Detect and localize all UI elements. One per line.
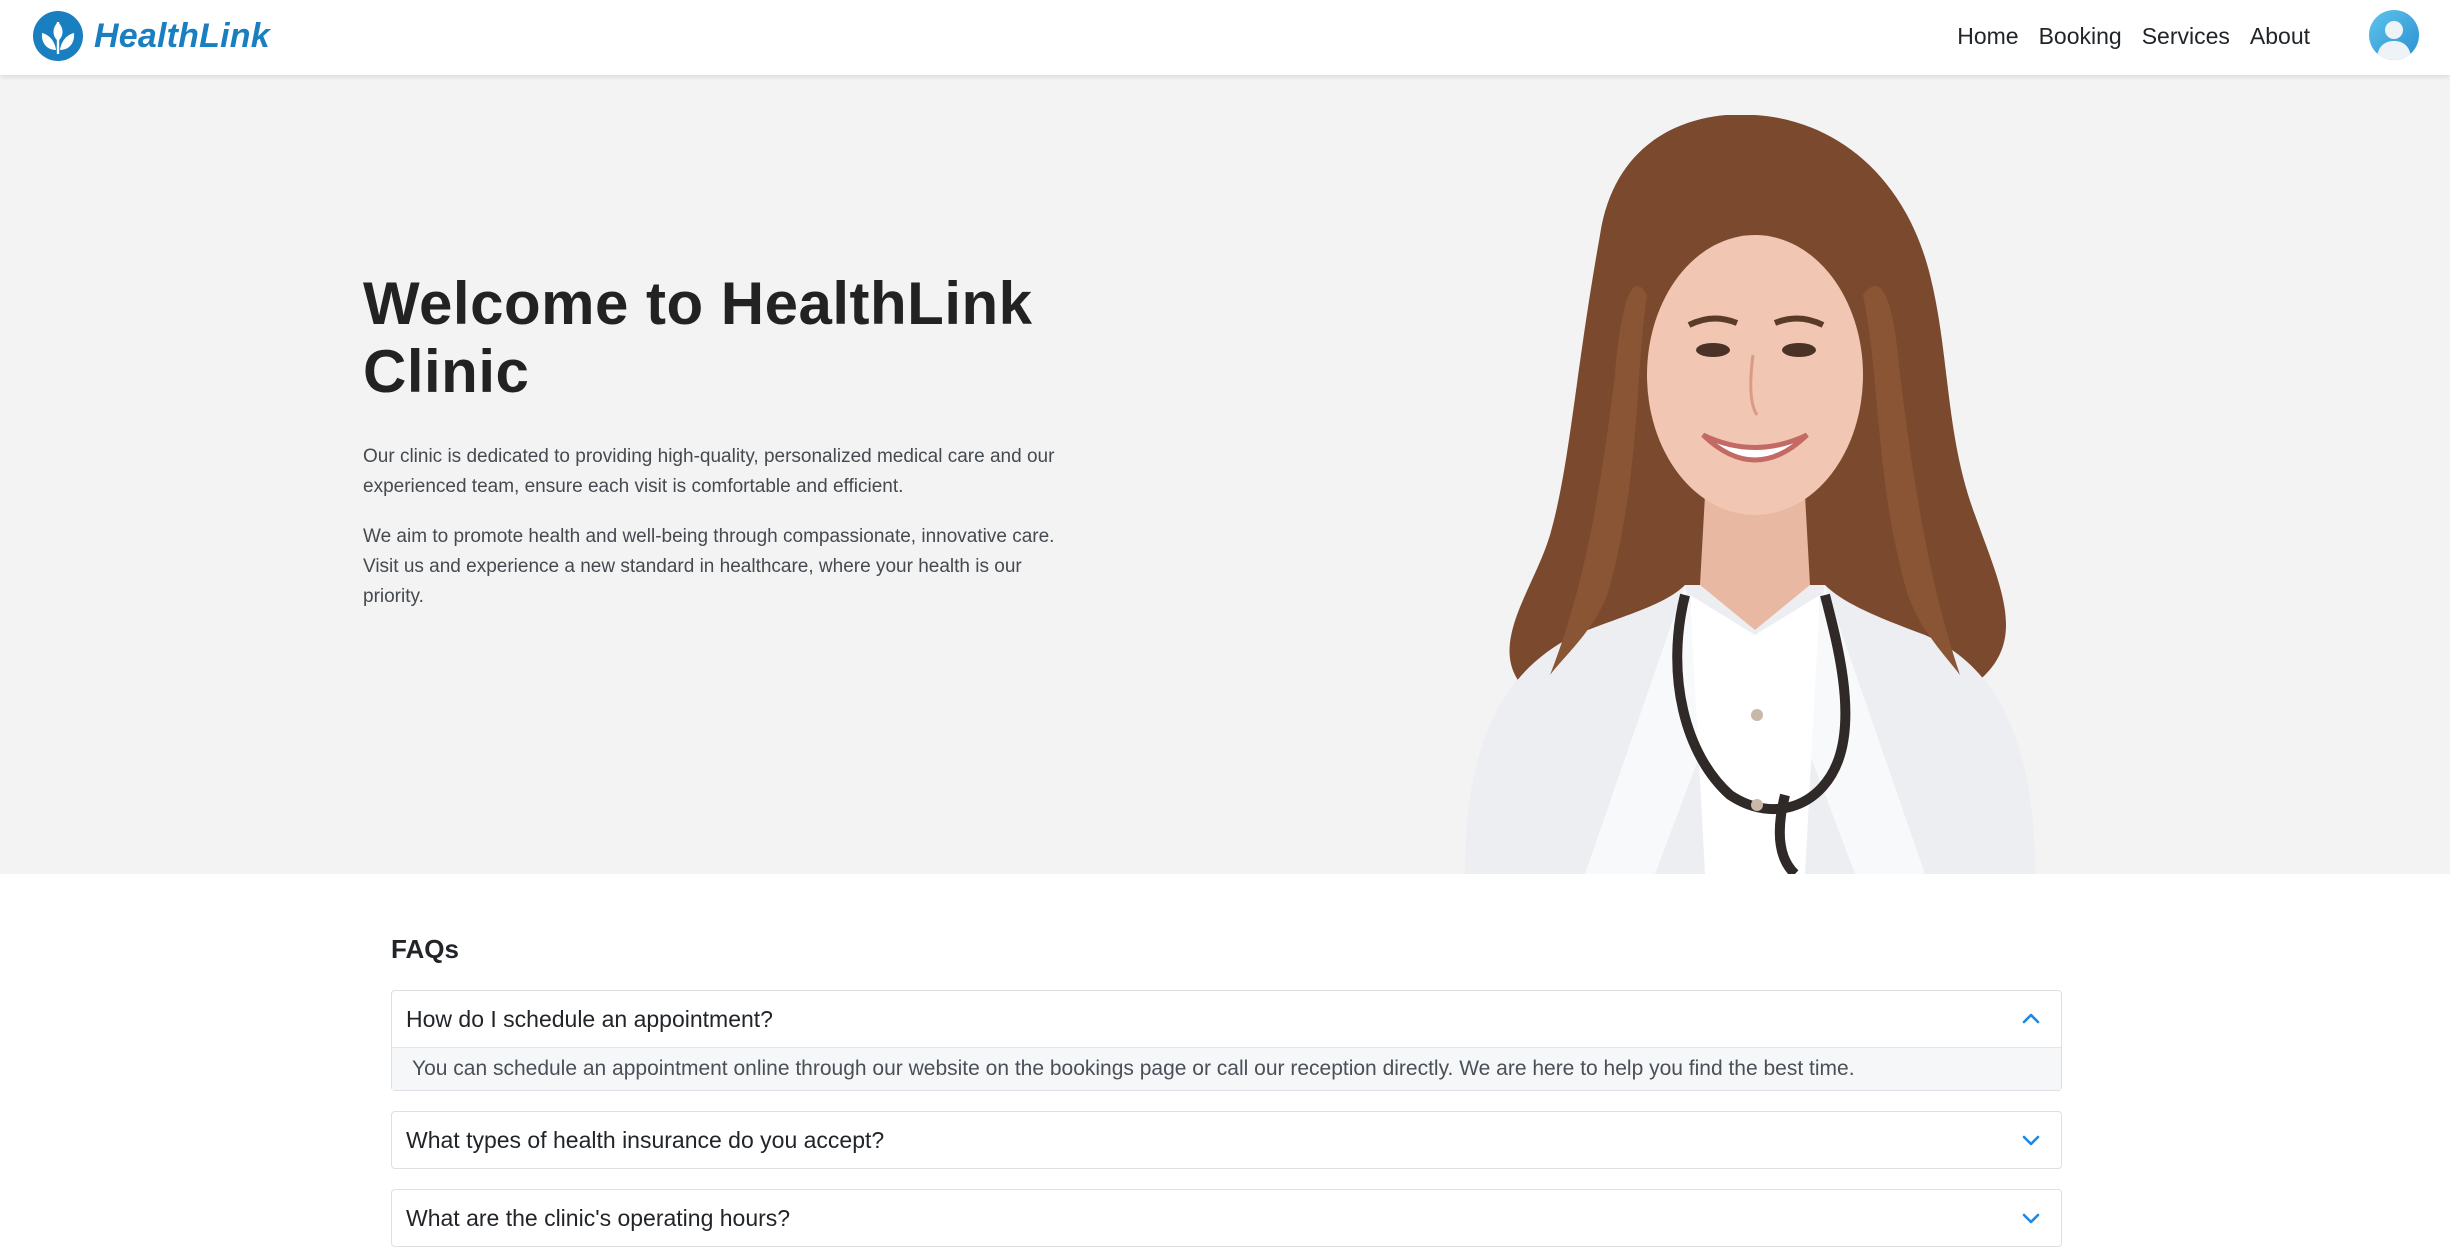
faq-answer-panel: You can schedule an appointment online t…	[392, 1047, 2061, 1090]
hero-text-block: Welcome to HealthLink Clinic Our clinic …	[363, 270, 1083, 612]
nav-link-services[interactable]: Services	[2142, 23, 2230, 50]
top-navbar: HealthLink Home Booking Services About	[0, 0, 2450, 75]
nav-link-about[interactable]: About	[2250, 23, 2310, 50]
chevron-down-icon	[2022, 1135, 2040, 1146]
nav-link-booking[interactable]: Booking	[2039, 23, 2122, 50]
user-avatar-icon[interactable]	[2369, 10, 2419, 60]
faq-question-toggle[interactable]: What are the clinic's operating hours?	[392, 1190, 2061, 1246]
faq-title: FAQs	[391, 934, 459, 964]
faq-item: What types of health insurance do you ac…	[391, 1111, 2062, 1169]
nav-links: Home Booking Services About	[1957, 0, 2310, 72]
chevron-up-icon	[2022, 1013, 2040, 1024]
brand-name: HealthLink	[94, 16, 270, 55]
faq-answer: You can schedule an appointment online t…	[412, 1057, 1855, 1080]
leaf-circle-icon	[33, 11, 83, 61]
brand-home-link[interactable]: HealthLink	[32, 9, 270, 63]
faq-question: What types of health insurance do you ac…	[406, 1126, 885, 1153]
hero-paragraph: Our clinic is dedicated to providing hig…	[363, 446, 1055, 497]
faq-question: How do I schedule an appointment?	[406, 1005, 773, 1032]
chevron-down-icon	[2022, 1213, 2040, 1224]
faq-section: FAQs How do I schedule an appointment? Y…	[391, 934, 2062, 1247]
faq-question-toggle[interactable]: What types of health insurance do you ac…	[392, 1112, 2061, 1168]
faq-item: What are the clinic's operating hours?	[391, 1189, 2062, 1247]
faq-item: How do I schedule an appointment? You ca…	[391, 990, 2062, 1091]
doctor-photo	[1465, 115, 2035, 874]
nav-link-home[interactable]: Home	[1957, 23, 2018, 50]
hero-paragraph: We aim to promote health and well-being …	[363, 526, 1055, 607]
hero-section: Welcome to HealthLink Clinic Our clinic …	[0, 75, 2450, 874]
hero-title: Welcome to HealthLink Clinic	[363, 270, 1033, 405]
faq-question-toggle[interactable]: How do I schedule an appointment?	[392, 991, 2061, 1047]
faq-question: What are the clinic's operating hours?	[406, 1204, 791, 1231]
user-silhouette-icon	[2377, 21, 2411, 60]
